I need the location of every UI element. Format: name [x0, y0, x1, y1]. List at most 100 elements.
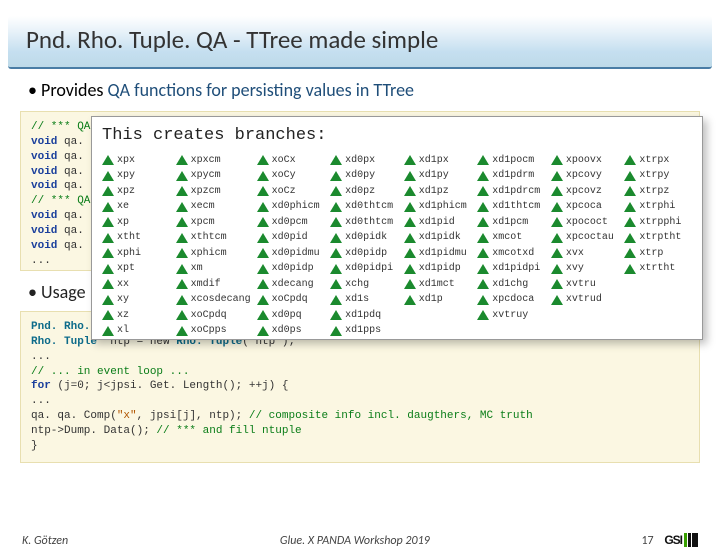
branch-item: xd0pz [330, 185, 398, 199]
c2-l2a: Rho. Tuple [31, 336, 97, 348]
code1-l5a: void [31, 180, 57, 192]
branch-label: xpzcm [191, 185, 221, 199]
leaf-icon [404, 248, 416, 259]
branch-item: xd1pidmu [404, 247, 472, 261]
branch-label: xtrpx [639, 154, 669, 168]
leaf-icon [330, 326, 342, 337]
leaf-icon [176, 155, 188, 166]
branch-item: xtrptht [624, 231, 692, 245]
branch-item: xd0pidmu [257, 247, 325, 261]
leaf-icon [477, 295, 489, 306]
leaf-icon [176, 217, 188, 228]
leaf-icon [257, 233, 269, 244]
leaf-icon [176, 279, 188, 290]
branch-label: xd1pidp [419, 262, 461, 276]
branch-label: xdecang [272, 278, 314, 292]
leaf-icon [330, 202, 342, 213]
branch-label: xtrp [639, 247, 663, 261]
branch-label: xtrtht [639, 262, 675, 276]
branch-label: xd1pps [345, 324, 381, 338]
branch-label: xd1thtcm [492, 200, 540, 214]
branch-label: xtrpy [639, 169, 669, 183]
branch-item: xoCpps [176, 324, 251, 338]
slide-title-band: Pnd. Rho. Tuple. QA - TTree made simple [8, 16, 712, 69]
branch-label: xd1py [419, 169, 449, 183]
leaf-icon [257, 155, 269, 166]
code1-l9a: void [31, 240, 57, 252]
leaf-icon [624, 248, 636, 259]
branch-label: xd1px [419, 154, 449, 168]
branch-item: xpcoca [551, 200, 619, 214]
c2-l5b: (j=0; j<jpsi. Get. Length(); ++j) { [51, 380, 289, 392]
branch-item: xd0pid [257, 231, 325, 245]
branch-label: xpcovy [566, 169, 602, 183]
code1-l3a: void [31, 151, 57, 163]
branch-item: xd0thtcm [330, 200, 398, 214]
branch-label: xd1pidk [419, 231, 461, 245]
branch-label: xd1pdrm [492, 169, 534, 183]
leaf-icon [330, 155, 342, 166]
branch-item: xvtruy [477, 309, 545, 323]
branch-label: xpxcm [191, 154, 221, 168]
branch-item: xtrpz [624, 185, 692, 199]
branch-item: xd0thtcm [330, 216, 398, 230]
branch-label: xd1pidpi [492, 262, 540, 276]
leaf-icon [257, 202, 269, 213]
branch-item: xd1pps [330, 324, 398, 338]
branch-item: xd1pidpi [477, 262, 545, 276]
branch-item: xz [102, 309, 170, 323]
branch-item: xd1chg [477, 278, 545, 292]
c2-l8a: ntp->Dump. Data(); [31, 425, 156, 437]
branch-label: xd1chg [492, 278, 528, 292]
branch-label: xd0phicm [272, 200, 320, 214]
leaf-icon [102, 233, 114, 244]
leaf-icon [551, 279, 563, 290]
branch-item: xtht [102, 231, 170, 245]
leaf-icon [176, 186, 188, 197]
leaf-icon [102, 326, 114, 337]
branch-label: xoCx [272, 154, 296, 168]
branch-item: xd1pz [404, 185, 472, 199]
branch-label: xd1pidmu [419, 247, 467, 261]
bullet-lead: • Provides [28, 79, 108, 101]
leaf-icon [404, 202, 416, 213]
branch-item: xpt [102, 262, 170, 276]
branch-label: xtrphi [639, 200, 675, 214]
branch-item: xvx [551, 247, 619, 261]
branch-item: xpoovx [551, 154, 619, 168]
leaf-icon [257, 326, 269, 337]
branch-item: xd1p [404, 293, 472, 307]
leaf-icon [624, 217, 636, 228]
branch-item [624, 324, 692, 338]
leaf-icon [551, 264, 563, 275]
branch-item: xoCpdq [176, 309, 251, 323]
branch-item: xpzcm [176, 185, 251, 199]
branch-item: xm [176, 262, 251, 276]
branch-item: xd1mct [404, 278, 472, 292]
branch-item: xpy [102, 169, 170, 183]
branch-label: xvx [566, 247, 584, 261]
branch-label: xy [117, 293, 129, 307]
code1-l7a: void [31, 210, 57, 222]
branch-item: xoCx [257, 154, 325, 168]
branch-item: xl [102, 324, 170, 338]
leaf-icon [176, 264, 188, 275]
branch-item: xd0pidp [257, 262, 325, 276]
leaf-icon [404, 295, 416, 306]
branch-item: xd1s [330, 293, 398, 307]
branch-item: xpycm [176, 169, 251, 183]
leaf-icon [404, 186, 416, 197]
branch-label: xd1pcm [492, 216, 528, 230]
leaf-icon [102, 202, 114, 213]
branch-item: xd0ps [257, 324, 325, 338]
branch-label: xd0pidmu [272, 247, 320, 261]
branch-label: xpx [117, 154, 135, 168]
leaf-icon [551, 186, 563, 197]
leaf-icon [624, 264, 636, 275]
branch-label: xd1pdq [345, 309, 381, 323]
branch-label: xoCpdq [191, 309, 227, 323]
branch-item: xd0phicm [257, 200, 325, 214]
bullet-tail: QA functions for persisting values in TT… [108, 79, 415, 101]
branch-item: xd0pidp [330, 247, 398, 261]
leaf-icon [176, 248, 188, 259]
